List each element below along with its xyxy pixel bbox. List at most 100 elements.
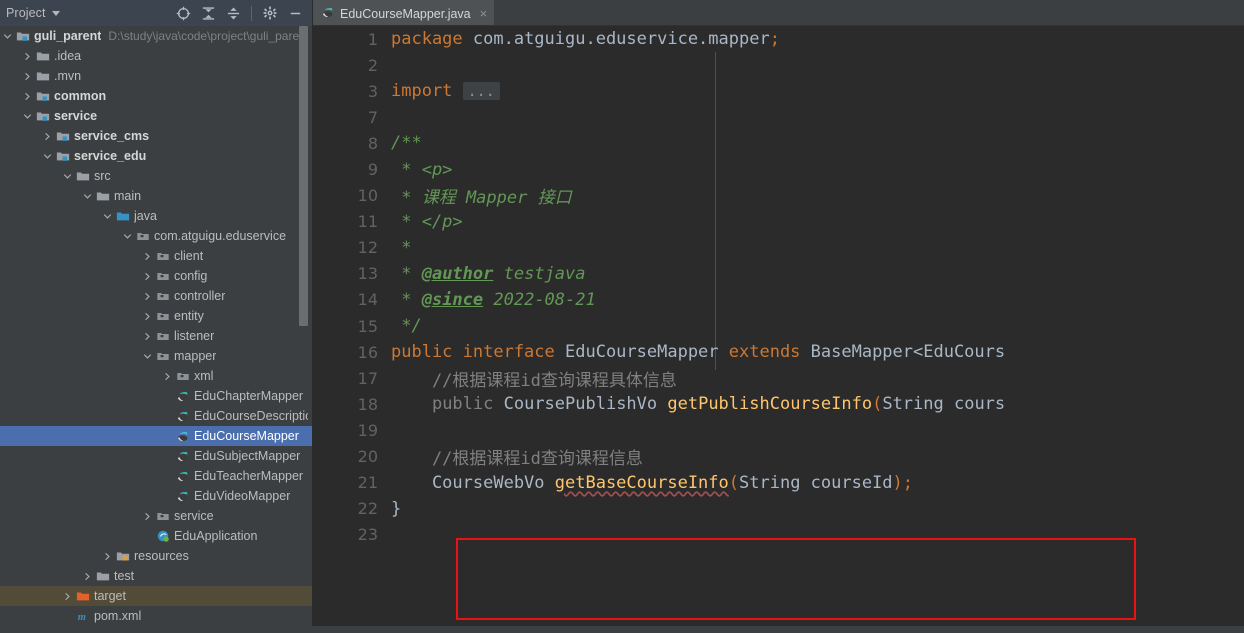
- project-tree-scrollbar[interactable]: [299, 26, 308, 326]
- java-interface-icon: [321, 5, 335, 22]
- code-editor[interactable]: 1 package com.atguigu.eduservice.mapper; 2…: [313, 26, 1244, 633]
- tree-node-guli-parent[interactable]: guli_parent D:\study\java\code\project\gu…: [0, 26, 312, 46]
- chevron-right-icon[interactable]: [20, 92, 34, 101]
- chevron-down-icon[interactable]: [51, 10, 60, 16]
- chevron-right-icon[interactable]: [140, 252, 154, 261]
- code-text: CourseWebVo getBaseCourseInfo(String cou…: [383, 473, 913, 493]
- chevron-right-icon[interactable]: [100, 552, 114, 561]
- code-token: CourseWebVo: [391, 472, 555, 493]
- chevron-right-icon[interactable]: [140, 272, 154, 281]
- tree-node-edusubjectmapper[interactable]: EduSubjectMapper: [0, 446, 312, 466]
- tree-node-config[interactable]: config: [0, 266, 312, 286]
- tree-node-client[interactable]: client: [0, 246, 312, 266]
- tree-node-listener[interactable]: listener: [0, 326, 312, 346]
- tree-node-pom-xml[interactable]: m pom.xml: [0, 606, 312, 626]
- line-number: 9: [367, 160, 378, 180]
- folder-icon: [74, 169, 91, 183]
- chevron-right-icon[interactable]: [80, 572, 94, 581]
- tree-node-educhaptermapper[interactable]: EduChapterMapper: [0, 386, 312, 406]
- tree-node-label: EduVideoMapper: [194, 489, 291, 503]
- chevron-right-icon[interactable]: [60, 592, 74, 601]
- project-panel-toolbar: Project: [0, 0, 313, 26]
- chevron-down-icon[interactable]: [0, 32, 14, 41]
- editor-tab-label: EduCourseMapper.java: [340, 6, 471, 21]
- package-icon: [154, 509, 171, 523]
- tree-node--mvn[interactable]: .mvn: [0, 66, 312, 86]
- editor-tab-educoursemapper[interactable]: EduCourseMapper.java ×: [313, 0, 495, 25]
- code-text: import ...: [383, 81, 500, 101]
- code-text: * @author testjava: [383, 263, 585, 284]
- code-token: }: [391, 498, 402, 519]
- tree-node-service-edu[interactable]: service_edu: [0, 146, 312, 166]
- code-line: 1 package com.atguigu.eduservice.mapper;: [313, 26, 1244, 52]
- chevron-right-icon[interactable]: [140, 512, 154, 521]
- package-icon: [154, 329, 171, 343]
- chevron-right-icon[interactable]: [160, 372, 174, 381]
- code-line: 22}: [313, 496, 1244, 522]
- line-number: 22: [357, 499, 378, 519]
- code-token: *: [391, 263, 422, 284]
- java-interface-icon: [174, 389, 191, 403]
- code-token: public: [431, 394, 494, 415]
- chevron-down-icon[interactable]: [120, 232, 134, 241]
- select-opened-file-icon[interactable]: [171, 1, 195, 25]
- hide-panel-icon[interactable]: [283, 1, 307, 25]
- tree-node-educoursemapper[interactable]: EduCourseMapper: [0, 426, 312, 446]
- toolbar-separator: [251, 5, 252, 21]
- chevron-right-icon[interactable]: [20, 72, 34, 81]
- tree-node-common[interactable]: common: [0, 86, 312, 106]
- close-icon[interactable]: ×: [480, 7, 488, 20]
- tree-node-controller[interactable]: controller: [0, 286, 312, 306]
- tree-node-educoursedescriptionma[interactable]: EduCourseDescriptionMa: [0, 406, 312, 426]
- chevron-down-icon[interactable]: [100, 212, 114, 221]
- tree-node-service-cms[interactable]: service_cms: [0, 126, 312, 146]
- tree-node-eduvideomapper[interactable]: EduVideoMapper: [0, 486, 312, 506]
- code-text: public CoursePublishVo getPublishCourseI…: [383, 394, 1005, 414]
- chevron-down-icon[interactable]: [140, 352, 154, 361]
- chevron-right-icon[interactable]: [40, 132, 54, 141]
- chevron-down-icon[interactable]: [40, 152, 54, 161]
- code-line: 2: [313, 52, 1244, 78]
- line-number: 15: [357, 316, 378, 336]
- module-folder-icon: [34, 109, 51, 123]
- tree-node-com-atguigu-eduservice[interactable]: com.atguigu.eduservice: [0, 226, 312, 246]
- code-line: 19: [313, 417, 1244, 443]
- project-panel-title[interactable]: Project: [6, 6, 46, 20]
- tree-node-eduapplication[interactable]: EduApplication: [0, 526, 312, 546]
- chevron-right-icon[interactable]: [140, 292, 154, 301]
- tree-node-src[interactable]: src: [0, 166, 312, 186]
- package-icon: [174, 369, 191, 383]
- collapse-all-icon[interactable]: [221, 1, 245, 25]
- tree-node-main[interactable]: main: [0, 186, 312, 206]
- tree-node-java[interactable]: java: [0, 206, 312, 226]
- code-token: ;: [902, 472, 914, 493]
- chevron-right-icon[interactable]: [140, 312, 154, 321]
- tree-node-target[interactable]: target: [0, 586, 312, 606]
- editor-tabstrip: EduCourseMapper.java ×: [313, 0, 1244, 26]
- tree-node-test[interactable]: test: [0, 566, 312, 586]
- tree-node-mapper[interactable]: mapper: [0, 346, 312, 366]
- tree-node-resources[interactable]: resources: [0, 546, 312, 566]
- tree-node-label: service: [174, 509, 214, 523]
- code-token: @author: [421, 263, 494, 284]
- tree-node-service[interactable]: service: [0, 106, 312, 126]
- tree-node-entity[interactable]: entity: [0, 306, 312, 326]
- code-text: */: [383, 316, 421, 336]
- tree-node-xml[interactable]: xml: [0, 366, 312, 386]
- tree-node-eduteachermapper[interactable]: EduTeacherMapper: [0, 466, 312, 486]
- expand-all-icon[interactable]: [196, 1, 220, 25]
- tree-node-service[interactable]: service: [0, 506, 312, 526]
- tree-node-label: xml: [194, 369, 214, 383]
- package-icon: [154, 249, 171, 263]
- chevron-down-icon[interactable]: [80, 192, 94, 201]
- java-interface-icon: [174, 469, 191, 483]
- settings-gear-icon[interactable]: [258, 1, 282, 25]
- chevron-right-icon[interactable]: [140, 332, 154, 341]
- package-icon: [134, 229, 151, 243]
- chevron-down-icon[interactable]: [20, 112, 34, 121]
- tree-node--idea[interactable]: .idea: [0, 46, 312, 66]
- chevron-down-icon[interactable]: [60, 172, 74, 181]
- chevron-right-icon[interactable]: [20, 52, 34, 61]
- code-text: * </p>: [383, 212, 462, 232]
